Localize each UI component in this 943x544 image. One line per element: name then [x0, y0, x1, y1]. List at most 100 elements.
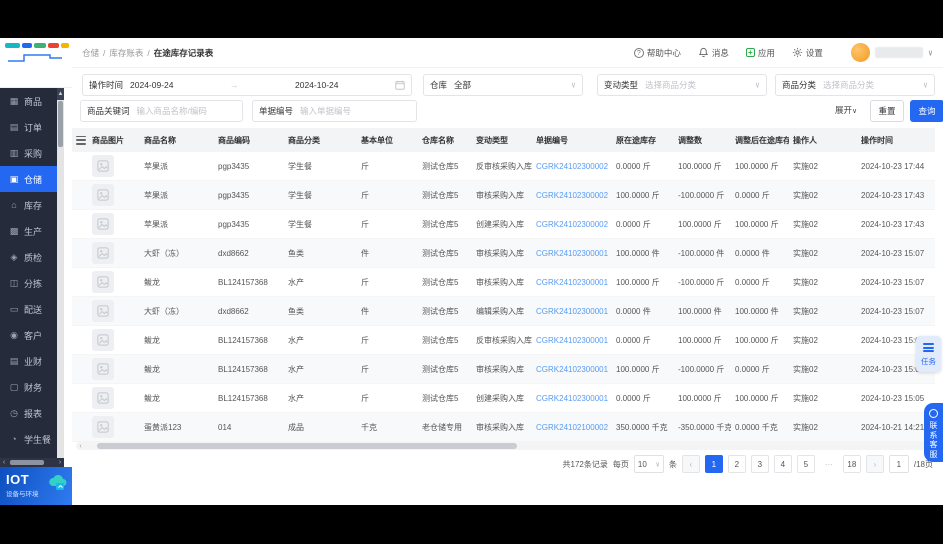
scrollbar-thumb[interactable] — [58, 101, 63, 147]
page-button[interactable]: 4 — [773, 455, 792, 473]
chevron-down-icon[interactable]: ∨ — [928, 48, 933, 57]
sidebar-item-delivery[interactable]: ▭配送› — [0, 296, 64, 322]
cell-adjust: -100.0000 斤 — [678, 364, 725, 374]
prev-page-button[interactable]: ‹ — [681, 455, 700, 473]
scroll-right-icon[interactable]: › — [56, 459, 64, 466]
sidebar-item-sorting[interactable]: ◫分拣› — [0, 270, 64, 296]
cell-change_type: 创建采购入库 — [476, 393, 524, 403]
date-from-value[interactable]: 2024-09-24 — [130, 80, 173, 90]
expand-toggle[interactable]: 展开∨ — [835, 104, 857, 116]
topbar-action-messages[interactable]: 消息 — [698, 47, 729, 59]
table-row[interactable]: 苹果派 pgp3435 学生餐 斤 测试仓库5 反审核采购入库 CGRK2410230000… — [72, 152, 935, 181]
sidebar-vertical-scrollbar[interactable]: ▲ — [57, 88, 64, 458]
breadcrumb-segment[interactable]: 仓储 — [82, 47, 99, 59]
cell-code: pgp3435 — [218, 190, 250, 200]
table-row[interactable]: 大虾（冻） dxd8662 鱼类 件 测试仓库5 编辑采购入库 CGRK2410230000… — [72, 297, 935, 326]
product-image-placeholder-icon — [92, 416, 114, 438]
table-row[interactable]: 蛋黄派123 014 成品 千克 老仓储专用 审核采购入库 CGRK24102100002 3… — [72, 413, 935, 442]
page-button[interactable]: 2 — [727, 455, 746, 473]
query-button[interactable]: 查询 — [910, 100, 943, 122]
sidebar-item-purchase[interactable]: ▥采购› — [0, 140, 64, 166]
sidebar-item-biz-finance[interactable]: ▤业财› — [0, 348, 64, 374]
breadcrumb-segment[interactable]: 库存账表 — [109, 47, 143, 59]
iot-banner[interactable]: IOT 设备与环境 — [0, 467, 72, 505]
topbar-action-label: 帮助中心 — [646, 47, 681, 58]
scroll-left-icon[interactable]: ‹ — [76, 443, 85, 450]
sidebar-item-finance[interactable]: ▢财务› — [0, 374, 64, 400]
page-button[interactable]: 18 — [842, 455, 861, 473]
task-label: 任务 — [921, 356, 936, 366]
per-page-select[interactable]: 10 ∨ — [633, 455, 664, 473]
change-type-select[interactable]: 变动类型 选择商品分类 ∨ — [597, 74, 767, 96]
table-row[interactable]: 苹果派 pgp3435 学生餐 斤 测试仓库5 审核采购入库 CGRK24102300002… — [72, 181, 935, 210]
cell-unit: 斤 — [361, 219, 369, 229]
doc-no-link[interactable]: CGRK24102300002 — [532, 162, 612, 171]
topbar-action-settings[interactable]: 设置 — [792, 47, 823, 59]
table-row[interactable]: 鲅龙 BL124157368 水产 斤 测试仓库5 反审核采购入库 CGRK24102300… — [72, 326, 935, 355]
cell-adjust: 100.0000 斤 — [678, 393, 722, 403]
sidebar-item-production[interactable]: ▩生产› — [0, 218, 64, 244]
sidebar-item-student-meals[interactable]: ◔学生餐› — [0, 426, 64, 452]
doc-no-link[interactable]: CGRK24102300001 — [532, 336, 612, 345]
table-row[interactable]: 大虾（冻） dxd8662 鱼类 件 测试仓库5 审核采购入库 CGRK2410230000… — [72, 239, 935, 268]
keyword-input[interactable]: 商品关键词 输入商品名称/编码 — [80, 100, 243, 122]
page-button[interactable]: 1 — [704, 455, 723, 473]
cell-after: 100.0000 件 — [735, 306, 779, 316]
table-row[interactable]: 鲅龙 BL124157368 水产 斤 测试仓库5 创建采购入库 CGRK241023000… — [72, 384, 935, 413]
sidebar-item-reports[interactable]: ◷报表› — [0, 400, 64, 426]
warehouse-select[interactable]: 仓库 全部 ∨ — [423, 74, 583, 96]
column-settings-icon[interactable] — [72, 135, 88, 145]
sidebar-item-quality-check[interactable]: ◈质检› — [0, 244, 64, 270]
sidebar-item-products[interactable]: ▦商品› — [0, 88, 64, 114]
breadcrumb-separator: / — [147, 47, 150, 58]
scroll-up-icon[interactable]: ▲ — [57, 88, 64, 100]
date-to-value[interactable]: 2024-10-24 — [295, 80, 338, 90]
doc-no-link[interactable]: CGRK24102300002 — [532, 191, 612, 200]
date-range-picker[interactable]: 操作时间 2024-09-24 → 2024-10-24 — [82, 74, 412, 96]
sidebar-item-customers[interactable]: ◉客户› — [0, 322, 64, 348]
scrollbar-thumb[interactable] — [97, 443, 517, 449]
avatar[interactable] — [850, 43, 870, 62]
contact-support-floating-button[interactable]: 联系客服 — [924, 403, 943, 462]
logo-bar — [61, 43, 70, 48]
doc-no-input[interactable]: 单据编号 输入单据编号 — [252, 100, 417, 122]
contact-label-char: 系 — [929, 430, 938, 440]
doc-no-link[interactable]: CGRK24102300001 — [532, 394, 612, 403]
sidebar-horizontal-scrollbar[interactable]: ‹ › — [0, 458, 64, 467]
cell-before: 0.0000 件 — [616, 306, 651, 316]
scroll-left-icon[interactable]: ‹ — [0, 459, 8, 466]
table-row[interactable]: 苹果派 pgp3435 学生餐 斤 测试仓库5 创建采购入库 CGRK24102300002… — [72, 210, 935, 239]
column-header: 变动类型 — [476, 135, 508, 145]
page-button[interactable]: 3 — [750, 455, 769, 473]
page-button[interactable]: 5 — [796, 455, 815, 473]
scrollbar-thumb[interactable] — [10, 460, 44, 465]
doc-no-link[interactable]: CGRK24102100002 — [532, 423, 612, 432]
sidebar-item-orders[interactable]: ▤订单› — [0, 114, 64, 140]
doc-no-link[interactable]: CGRK24102300001 — [532, 278, 612, 287]
cell-time: 2024-10-23 15:07 — [861, 277, 925, 287]
task-floating-button[interactable]: 任务 — [916, 336, 941, 372]
cell-name: 鲅龙 — [144, 335, 160, 345]
sidebar-item-warehouse[interactable]: ▣仓储› — [0, 166, 64, 192]
sidebar-item-inventory[interactable]: ⌂库存› — [0, 192, 64, 218]
product-image-cell — [88, 358, 140, 380]
doc-no-link[interactable]: CGRK24102300001 — [532, 307, 612, 316]
cell-before: 100.0000 斤 — [616, 277, 660, 287]
doc-no-link[interactable]: CGRK24102300001 — [532, 249, 612, 258]
table-horizontal-scrollbar[interactable]: ‹ — [76, 442, 933, 450]
finance-icon: ▢ — [9, 381, 19, 392]
product-image-placeholder-icon — [92, 213, 114, 235]
topbar-action-help[interactable]: ? 帮助中心 — [633, 47, 681, 59]
cell-after: 0.0000 斤 — [735, 190, 770, 200]
table-row[interactable]: 鲅龙 BL124157368 水产 斤 测试仓库5 审核采购入库 CGRK241023000… — [72, 268, 935, 297]
table-row[interactable]: 鲅龙 BL124157368 水产 斤 测试仓库5 审核采购入库 CGRK241023000… — [72, 355, 935, 384]
doc-no-link[interactable]: CGRK24102300002 — [532, 220, 612, 229]
next-page-button[interactable]: › — [865, 455, 884, 473]
topbar-action-apps[interactable]: + 应用 — [745, 47, 775, 59]
customers-icon: ◉ — [10, 329, 18, 340]
category-select[interactable]: 商品分类 选择商品分类 ∨ — [775, 74, 935, 96]
reset-button[interactable]: 重置 — [870, 100, 904, 122]
page-jump-input[interactable]: 1 — [888, 455, 909, 473]
cell-adjust: 100.0000 件 — [678, 306, 722, 316]
doc-no-link[interactable]: CGRK24102300001 — [532, 365, 612, 374]
